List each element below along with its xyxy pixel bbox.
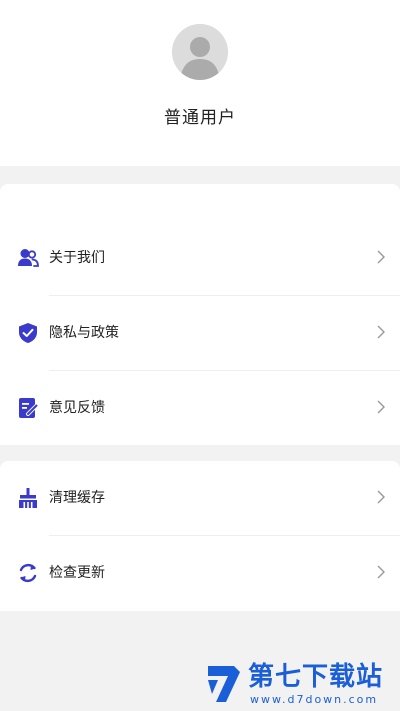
watermark: 第七下载站 www.d7down.com: [204, 660, 396, 708]
default-avatar-icon: [172, 24, 228, 80]
chevron-right-icon: [376, 249, 386, 265]
menu-group-system: 清理缓存 检查更新: [0, 461, 400, 611]
broom-icon: [17, 487, 39, 509]
watermark-url: www.d7down.com: [250, 693, 379, 706]
menu-item-feedback[interactable]: 意见反馈: [0, 371, 400, 446]
menu-item-label: 清理缓存: [49, 490, 105, 506]
menu-item-privacy-policy[interactable]: 隐私与政策: [0, 296, 400, 371]
menu-item-label: 关于我们: [49, 250, 105, 266]
chevron-right-icon: [376, 489, 386, 505]
menu-item-clear-cache[interactable]: 清理缓存: [0, 461, 400, 536]
chevron-right-icon: [376, 324, 386, 340]
menu-item-check-update[interactable]: 检查更新: [0, 536, 400, 611]
d7-logo-icon: [208, 666, 240, 702]
users-icon: [17, 247, 39, 269]
watermark-title: 第七下载站: [248, 662, 384, 692]
menu-item-label: 隐私与政策: [49, 325, 119, 341]
username: 普通用户: [164, 108, 236, 128]
shield-check-icon: [17, 322, 39, 344]
chevron-right-icon: [376, 564, 386, 580]
profile-header: 普通用户: [0, 0, 400, 166]
avatar[interactable]: [172, 24, 228, 80]
refresh-icon: [17, 562, 39, 584]
feedback-doc-icon: [17, 397, 39, 419]
menu-item-about-us[interactable]: 关于我们: [0, 221, 400, 296]
menu-item-label: 检查更新: [49, 565, 105, 581]
chevron-right-icon: [376, 399, 386, 415]
menu-item-label: 意见反馈: [49, 400, 105, 416]
menu-group-info: 关于我们 隐私与政策 意见反馈: [0, 184, 400, 445]
settings-page: 普通用户 关于我们 隐私与政策 意见反馈 清理缓存 检查更新 第七下载站 www…: [0, 0, 400, 711]
